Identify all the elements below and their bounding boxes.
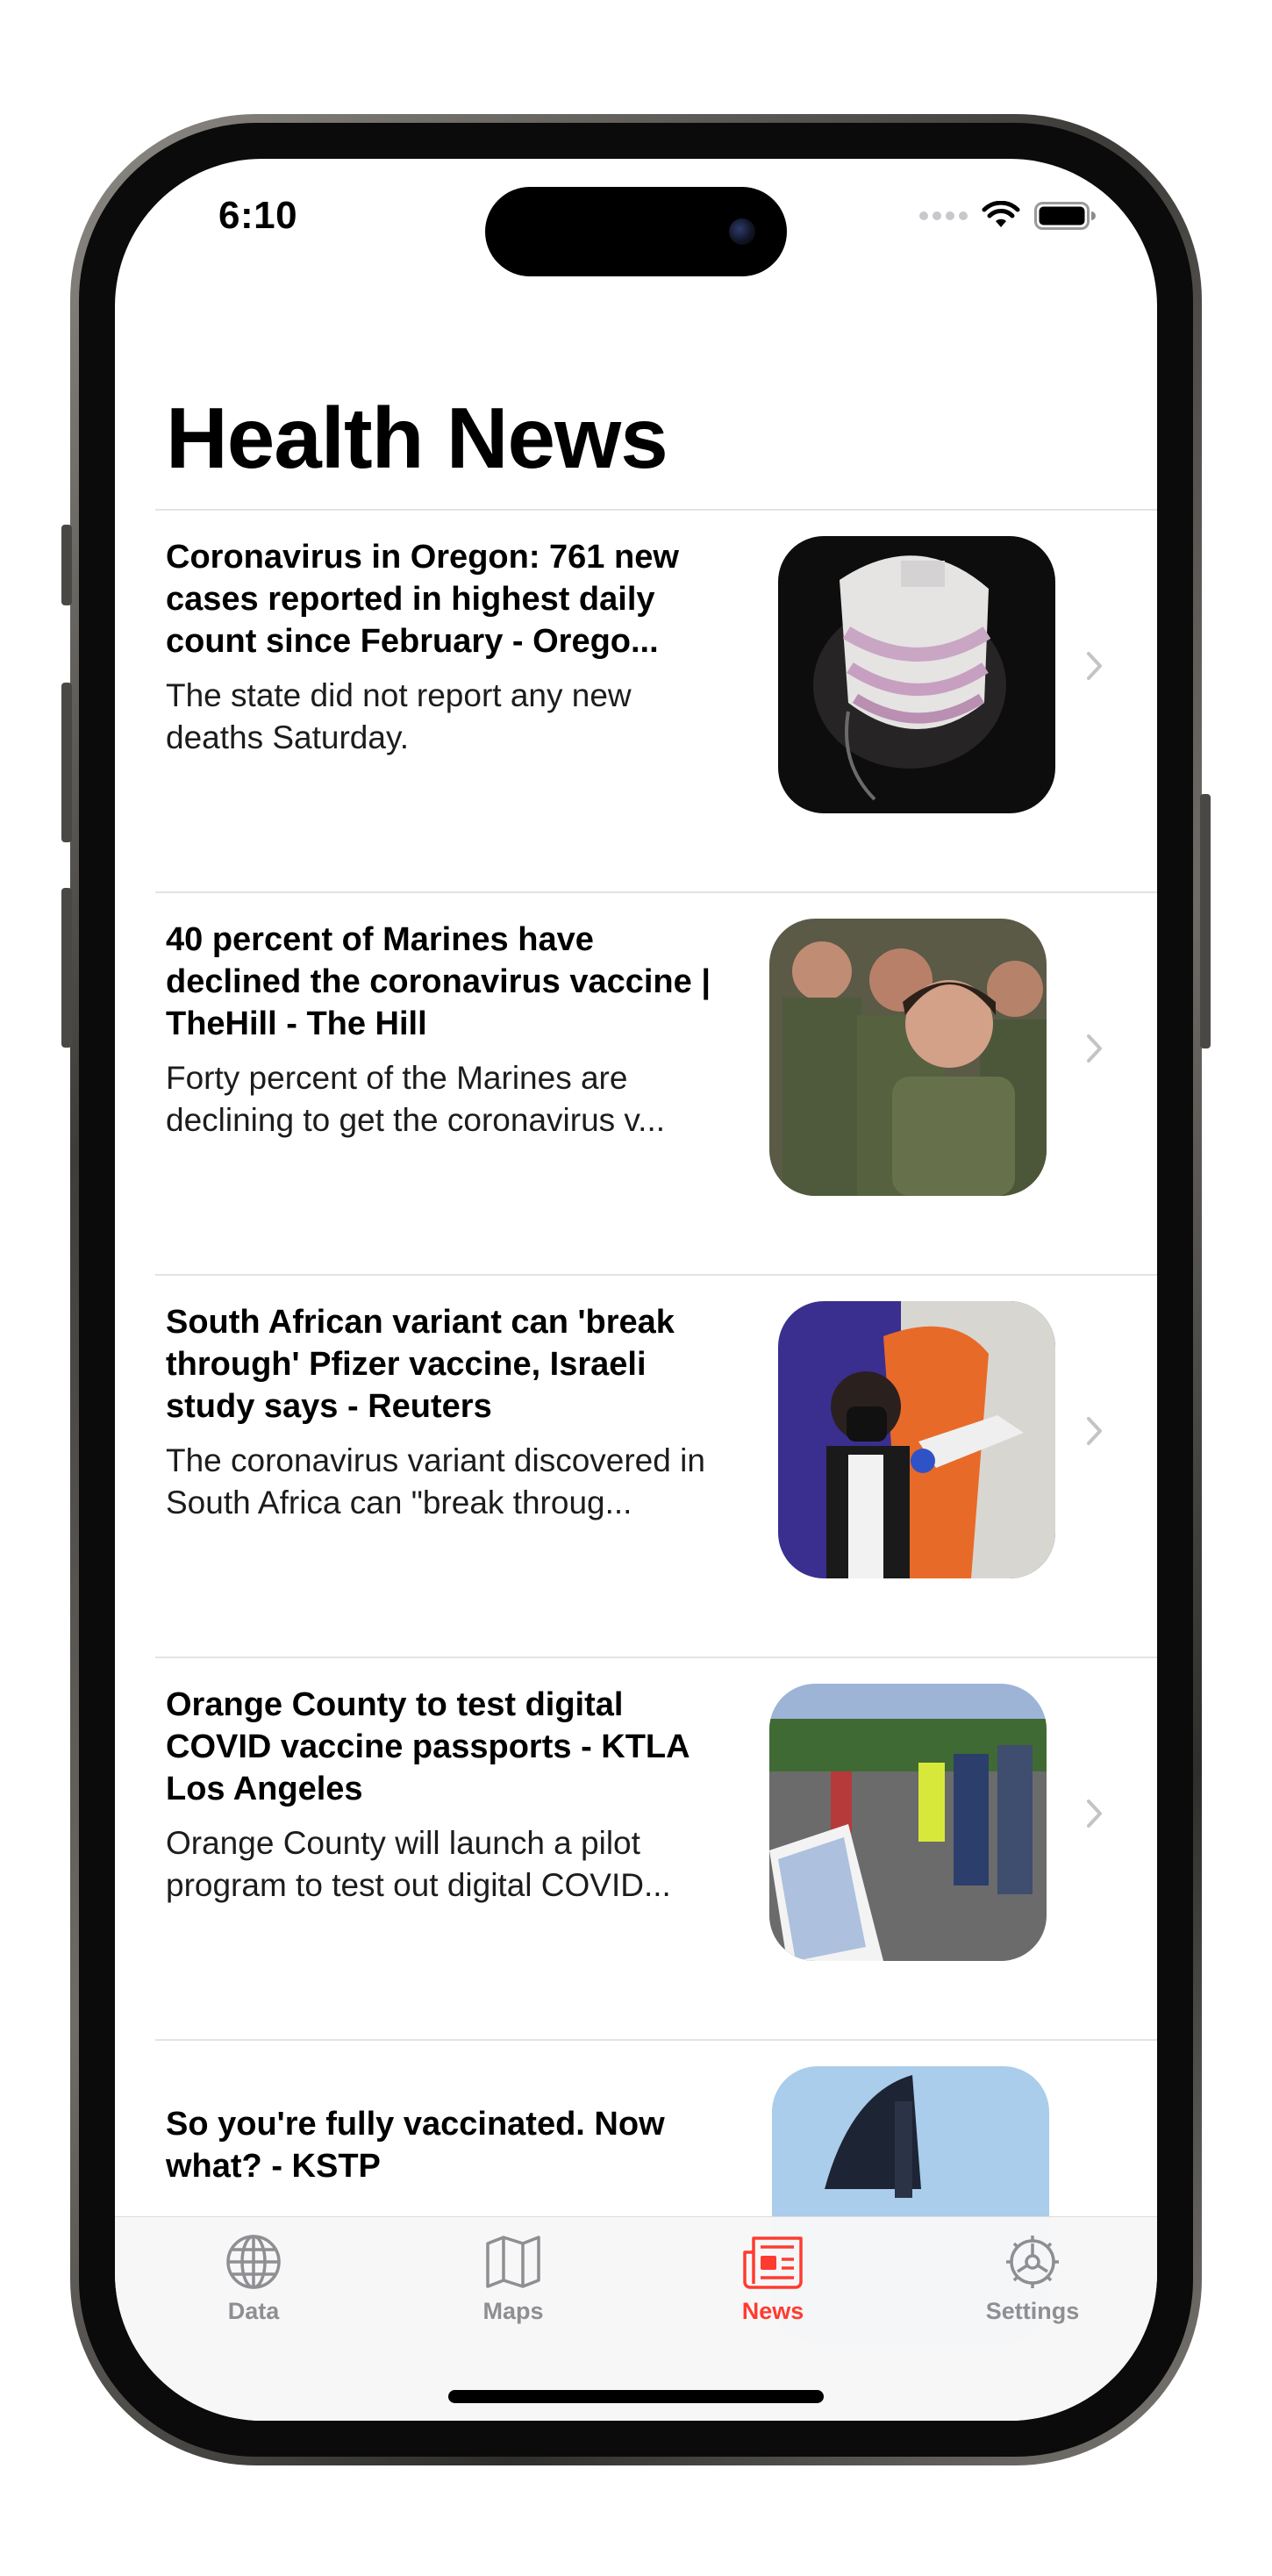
tab-bar: Data Maps News Settings — [115, 2216, 1157, 2421]
news-headline: 40 percent of Marines have declined the … — [166, 921, 711, 1042]
news-thumbnail — [778, 1301, 1055, 1578]
news-text: So you're fully vaccinated. Now what? - … — [166, 2103, 736, 2200]
dynamic-island — [485, 187, 787, 276]
chevron-right-icon — [1087, 1417, 1102, 1445]
news-text: Orange County to test digital COVID vacc… — [166, 1684, 736, 1907]
news-text: Coronavirus in Oregon: 761 new cases rep… — [166, 536, 736, 759]
camera-icon — [729, 218, 755, 245]
news-headline: Coronavirus in Oregon: 761 new cases rep… — [166, 539, 679, 660]
news-text: 40 percent of Marines have declined the … — [166, 919, 736, 1141]
news-thumbnail — [769, 1684, 1047, 1961]
news-summary: Orange County will launch a pilot progra… — [166, 1825, 671, 1903]
tab-news[interactable]: News — [685, 2233, 861, 2325]
battery-icon — [1034, 202, 1096, 230]
news-row[interactable]: South African variant can 'break through… — [115, 1275, 1157, 1658]
status-icons — [919, 201, 1096, 231]
news-summary: The coronavirus variant discovered in So… — [166, 1442, 705, 1521]
wifi-icon — [982, 201, 1020, 227]
chevron-right-icon — [1087, 652, 1102, 680]
newspaper-icon — [743, 2236, 803, 2289]
chevron-right-icon — [1087, 1800, 1102, 1828]
tab-maps[interactable]: Maps — [425, 2233, 601, 2325]
news-row[interactable]: 40 percent of Marines have declined the … — [115, 892, 1157, 1276]
page-title: Health News — [166, 390, 668, 486]
tab-settings[interactable]: Settings — [945, 2233, 1120, 2325]
status-time: 6:10 — [218, 194, 298, 237]
cellular-signal-icon — [919, 211, 968, 220]
news-headline: Orange County to test digital COVID vacc… — [166, 1686, 690, 1807]
action-button — [61, 525, 72, 605]
screen: 6:10 Health News Coronavirus in Oregon: … — [115, 159, 1157, 2421]
chevron-right-icon — [1087, 1034, 1102, 1063]
tab-label: Data — [227, 2298, 280, 2324]
volume-up-button — [61, 683, 72, 842]
globe-icon — [226, 2235, 281, 2289]
tab-data[interactable]: Data — [166, 2233, 341, 2325]
home-indicator[interactable] — [448, 2390, 824, 2403]
news-text: South African variant can 'break through… — [166, 1301, 736, 1524]
gear-icon — [1006, 2236, 1059, 2288]
tab-label: News — [741, 2298, 804, 2324]
news-thumbnail — [778, 536, 1055, 813]
news-headline: So you're fully vaccinated. Now what? - … — [166, 2106, 665, 2185]
news-summary: The state did not report any new deaths … — [166, 677, 632, 755]
news-row[interactable]: Orange County to test digital COVID vacc… — [115, 1657, 1157, 2041]
news-row[interactable]: Coronavirus in Oregon: 761 new cases rep… — [115, 510, 1157, 893]
map-icon — [486, 2236, 540, 2288]
power-button — [1200, 794, 1211, 1048]
volume-down-button — [61, 888, 72, 1048]
news-thumbnail — [769, 919, 1047, 1196]
news-summary: Forty percent of the Marines are declini… — [166, 1060, 666, 1138]
tab-label: Settings — [985, 2298, 1080, 2324]
tab-label: Maps — [482, 2298, 544, 2324]
news-headline: South African variant can 'break through… — [166, 1304, 675, 1425]
